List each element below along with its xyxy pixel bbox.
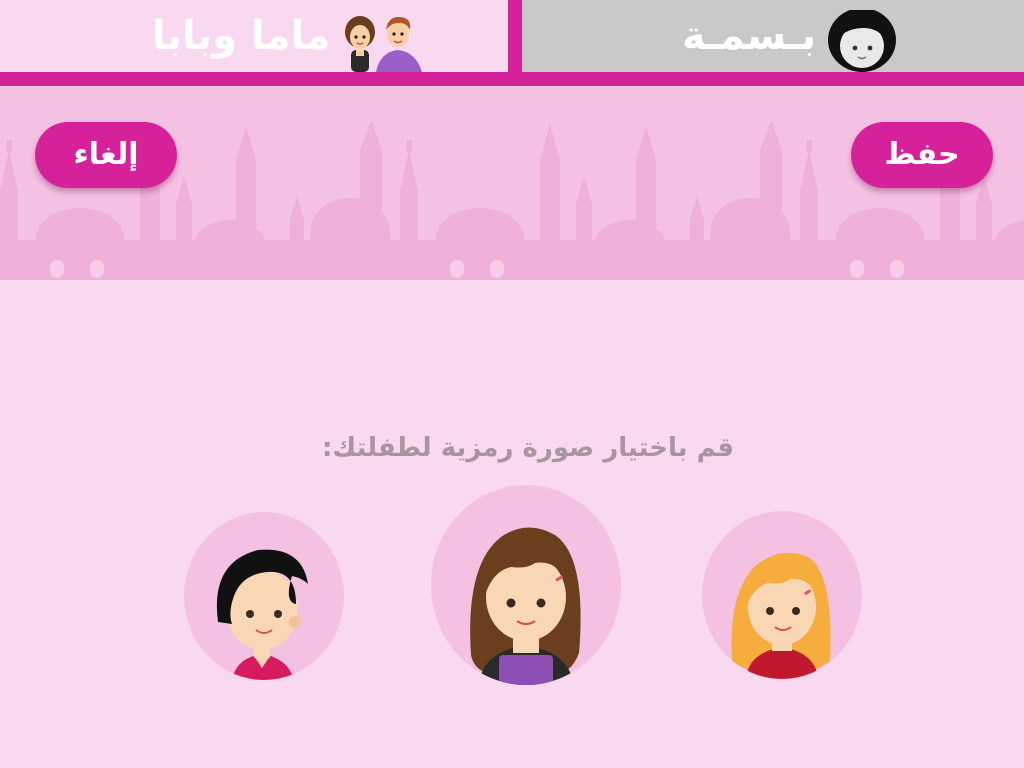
tab-child[interactable]: بـسمـة [522, 0, 1024, 72]
tab-child-label: بـسمـة [682, 13, 817, 59]
girl-avatar-icon [824, 8, 900, 72]
avatar-option-blonde[interactable] [702, 511, 862, 679]
brown-hair-girl-avatar-icon [470, 527, 581, 685]
tab-parents-label: ماما وبابا [152, 13, 331, 59]
avatar-selection-screen: ماما وبابا بـسمـة إلغاء حفظ قم باختيار ص… [0, 0, 1024, 768]
choose-avatar-prompt: قم باختيار صورة رمزية لطفلتك: [322, 433, 734, 463]
blonde-girl-avatar-icon [731, 552, 831, 679]
parents-icon [336, 10, 432, 72]
black-hair-girl-avatar-icon [216, 549, 308, 680]
avatar-option-black-hair[interactable] [184, 512, 344, 680]
cancel-button[interactable]: إلغاء [35, 122, 177, 188]
tab-bar: ماما وبابا بـسمـة [0, 0, 1024, 86]
avatar-option-brown-hair[interactable] [431, 485, 621, 685]
save-button[interactable]: حفظ [851, 122, 993, 188]
tab-parents[interactable]: ماما وبابا [0, 0, 508, 72]
